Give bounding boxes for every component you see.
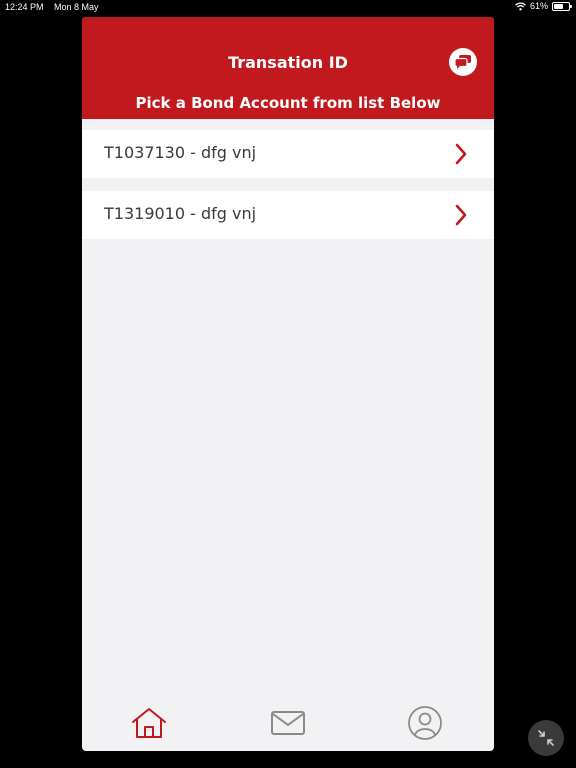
app-panel: Transation ID Pick a Bond Account from l… — [82, 17, 494, 751]
page-title: Transation ID — [228, 53, 348, 72]
tab-bar — [82, 695, 494, 751]
collapse-arrows-icon — [538, 730, 554, 746]
wifi-icon — [515, 1, 526, 10]
profile-icon — [408, 706, 442, 740]
tab-profile[interactable] — [405, 703, 445, 743]
account-label: T1319010 - dfg vnj — [104, 204, 257, 223]
status-bar: 12:24 PM Mon 8 May 61% — [0, 0, 576, 16]
page-subtitle: Pick a Bond Account from list Below — [135, 94, 441, 112]
chevron-right-icon — [455, 143, 467, 165]
battery-icon — [552, 1, 572, 11]
mail-icon — [271, 711, 305, 735]
battery-fill — [554, 3, 563, 9]
chevron-right-icon — [455, 204, 467, 226]
account-list-item[interactable]: T1037130 - dfg vnj — [82, 130, 494, 178]
collapse-button[interactable] — [528, 720, 564, 756]
home-icon — [132, 708, 166, 738]
status-time: 12:24 PM — [5, 2, 44, 12]
chat-button[interactable] — [449, 48, 477, 76]
tab-mail[interactable] — [268, 703, 308, 743]
tab-home[interactable] — [129, 703, 169, 743]
status-right: 61% — [515, 1, 572, 11]
chat-icon — [454, 55, 471, 69]
header: Transation ID Pick a Bond Account from l… — [82, 17, 494, 119]
status-date: Mon 8 May — [54, 2, 99, 12]
battery-percent: 61% — [529, 1, 548, 11]
account-label: T1037130 - dfg vnj — [104, 143, 257, 162]
account-list-item[interactable]: T1319010 - dfg vnj — [82, 191, 494, 239]
